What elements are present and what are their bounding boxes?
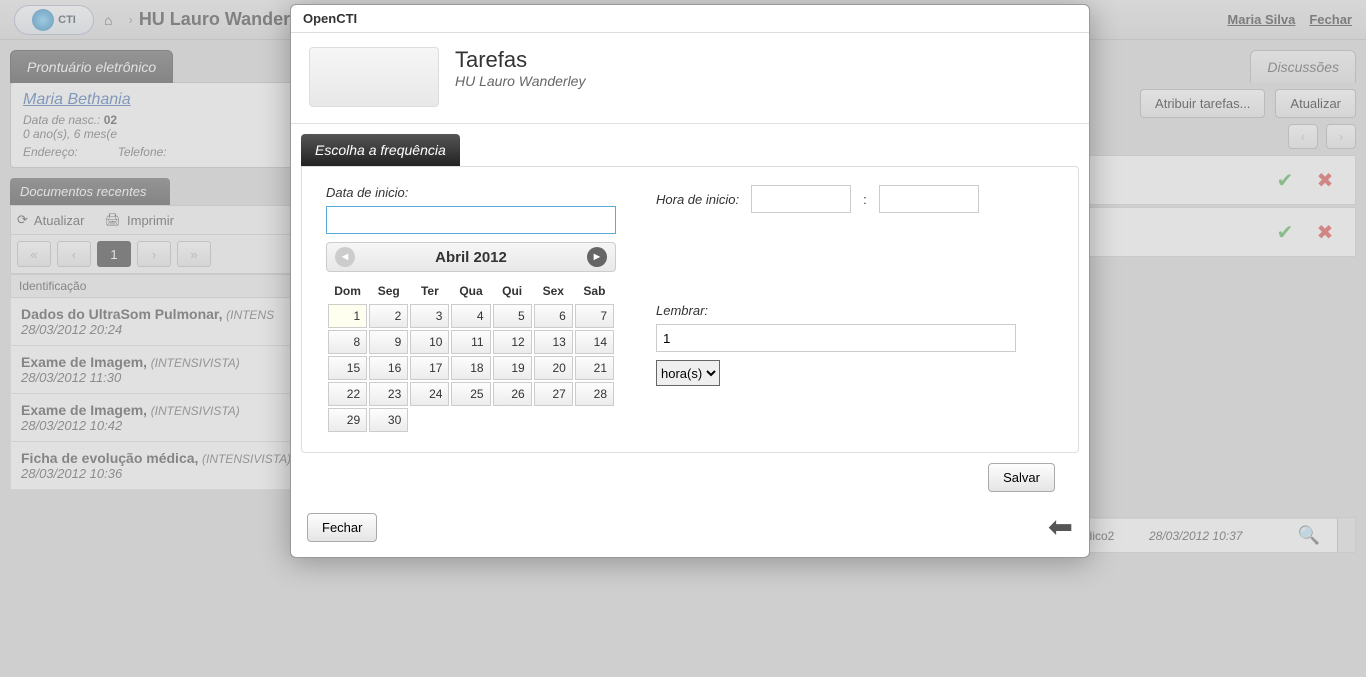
modal-brand: OpenCTI	[291, 5, 1089, 33]
cal-month: Abril 2012	[435, 249, 507, 266]
cal-day[interactable]: 7	[575, 304, 614, 328]
cal-day[interactable]: 30	[369, 408, 408, 432]
cal-dow: Dom	[328, 280, 367, 302]
save-button[interactable]: Salvar	[988, 463, 1055, 492]
start-date-label: Data de inicio:	[326, 185, 616, 200]
cal-dow: Ter	[410, 280, 449, 302]
cal-day[interactable]: 15	[328, 356, 367, 380]
cal-day[interactable]: 19	[493, 356, 532, 380]
cal-prev-icon[interactable]: ◄	[335, 247, 355, 267]
section-tab: Escolha a frequência	[301, 134, 460, 166]
cal-day[interactable]: 18	[451, 356, 490, 380]
cal-day[interactable]: 2	[369, 304, 408, 328]
modal-avatar	[309, 47, 439, 107]
start-date-input[interactable]	[326, 206, 616, 234]
cal-day[interactable]: 3	[410, 304, 449, 328]
calendar: ◄ Abril 2012 ► DomSegTerQuaQuiSexSab 123…	[326, 242, 616, 434]
modal-title: Tarefas	[455, 47, 585, 73]
cal-day[interactable]: 14	[575, 330, 614, 354]
cal-day[interactable]: 12	[493, 330, 532, 354]
time-separator: :	[863, 192, 867, 207]
cal-dow: Seg	[369, 280, 408, 302]
cal-dow: Sex	[534, 280, 573, 302]
cal-day[interactable]: 8	[328, 330, 367, 354]
remind-unit-select[interactable]: hora(s)	[656, 360, 720, 386]
remind-value-input[interactable]	[656, 324, 1016, 352]
cal-day[interactable]: 25	[451, 382, 490, 406]
cal-day[interactable]: 22	[328, 382, 367, 406]
cal-day[interactable]: 20	[534, 356, 573, 380]
cal-day[interactable]: 17	[410, 356, 449, 380]
cal-day[interactable]: 11	[451, 330, 490, 354]
calendar-grid: DomSegTerQuaQuiSexSab 123456789101112131…	[326, 278, 616, 434]
cal-day[interactable]: 27	[534, 382, 573, 406]
cal-day[interactable]: 26	[493, 382, 532, 406]
cal-dow: Qui	[493, 280, 532, 302]
cal-day[interactable]: 5	[493, 304, 532, 328]
cal-day[interactable]: 29	[328, 408, 367, 432]
cal-next-icon[interactable]: ►	[587, 247, 607, 267]
cal-day[interactable]: 4	[451, 304, 490, 328]
start-minute-input[interactable]	[879, 185, 979, 213]
close-modal-button[interactable]: Fechar	[307, 513, 377, 542]
cal-day[interactable]: 6	[534, 304, 573, 328]
cal-day[interactable]: 23	[369, 382, 408, 406]
cal-day[interactable]: 21	[575, 356, 614, 380]
start-time-label: Hora de inicio:	[656, 192, 739, 207]
cal-day[interactable]: 13	[534, 330, 573, 354]
cal-dow: Sab	[575, 280, 614, 302]
cal-day[interactable]: 28	[575, 382, 614, 406]
cal-day[interactable]: 16	[369, 356, 408, 380]
cal-dow: Qua	[451, 280, 490, 302]
back-arrow-icon[interactable]: ⬅	[1048, 510, 1073, 545]
modal-subtitle: HU Lauro Wanderley	[455, 73, 585, 89]
cal-day[interactable]: 1	[328, 304, 367, 328]
cal-day[interactable]: 24	[410, 382, 449, 406]
start-hour-input[interactable]	[751, 185, 851, 213]
tasks-modal: OpenCTI Tarefas HU Lauro Wanderley Escol…	[290, 4, 1090, 558]
cal-day[interactable]: 9	[369, 330, 408, 354]
cal-day[interactable]: 10	[410, 330, 449, 354]
remind-label: Lembrar:	[656, 303, 1054, 318]
